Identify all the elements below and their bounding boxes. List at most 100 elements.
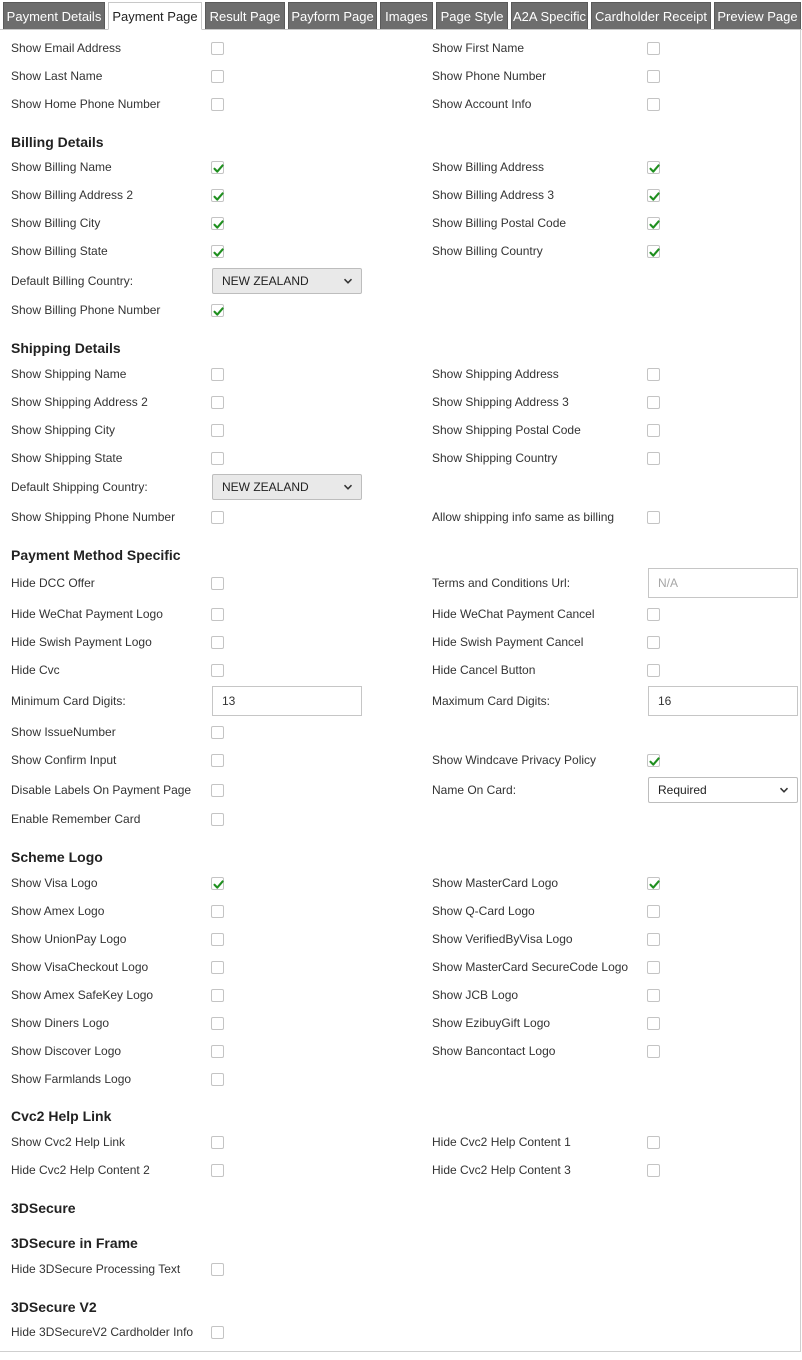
show-mastercard-securecode-logo-checkbox[interactable]	[647, 961, 660, 974]
hide-cvc2-help-content-2-label: Hide Cvc2 Help Content 2	[11, 1163, 150, 1177]
show-billing-state-checkbox[interactable]	[211, 245, 224, 258]
show-q-card-logo-label: Show Q-Card Logo	[432, 904, 535, 918]
show-ezibuygift-logo-checkbox[interactable]	[647, 1017, 660, 1030]
show-shipping-postal-code-checkbox[interactable]	[647, 424, 660, 437]
checkmark-icon	[213, 248, 224, 257]
tab-payform-page[interactable]: Payform Page	[288, 2, 377, 30]
show-discover-logo-checkbox[interactable]	[211, 1045, 224, 1058]
terms-url-input[interactable]: N/A	[648, 568, 798, 598]
show-shipping-name-label: Show Shipping Name	[11, 367, 127, 381]
hide-3dsecure-processing-text-checkbox[interactable]	[211, 1263, 224, 1276]
show-shipping-address-label: Show Shipping Address	[432, 367, 559, 381]
show-confirm-input-checkbox[interactable]	[211, 754, 224, 767]
show-billing-address-3-checkbox[interactable]	[647, 189, 660, 202]
hide-cvc2-help-content-2-checkbox[interactable]	[211, 1164, 224, 1177]
show-windcave-privacy-policy-checkbox[interactable]	[647, 754, 660, 767]
show-account-info-label: Show Account Info	[432, 97, 532, 111]
default-shipping-country-label: Default Shipping Country:	[11, 480, 148, 494]
show-bancontact-logo-checkbox[interactable]	[647, 1045, 660, 1058]
hide-wechat-payment-logo-checkbox[interactable]	[211, 608, 224, 621]
hide-wechat-payment-cancel-checkbox[interactable]	[647, 608, 660, 621]
show-shipping-phone-number-checkbox[interactable]	[211, 511, 224, 524]
show-billing-address-checkbox[interactable]	[647, 161, 660, 174]
show-shipping-address-3-checkbox[interactable]	[647, 396, 660, 409]
checkmark-icon	[649, 248, 660, 257]
enable-remember-card-checkbox[interactable]	[211, 813, 224, 826]
show-jcb-logo-checkbox[interactable]	[647, 989, 660, 1002]
show-billing-city-checkbox[interactable]	[211, 217, 224, 230]
show-verifiedbyvisa-logo-checkbox[interactable]	[647, 933, 660, 946]
hide-cancel-button-checkbox[interactable]	[647, 664, 660, 677]
show-shipping-name-checkbox[interactable]	[211, 368, 224, 381]
default-billing-country-select[interactable]: NEW ZEALAND	[212, 268, 362, 294]
show-windcave-privacy-policy-label: Show Windcave Privacy Policy	[432, 753, 597, 767]
show-shipping-state-checkbox[interactable]	[211, 452, 224, 465]
show-shipping-state-label: Show Shipping State	[11, 451, 123, 465]
show-first-name-checkbox[interactable]	[647, 42, 660, 55]
tab-a2a-specific[interactable]: A2A Specific	[511, 2, 588, 30]
chevron-down-icon	[343, 278, 353, 284]
show-issuenumber-checkbox[interactable]	[211, 726, 224, 739]
show-visacheckout-logo-checkbox[interactable]	[211, 961, 224, 974]
checkmark-icon	[649, 757, 660, 766]
show-billing-address-2-checkbox[interactable]	[211, 189, 224, 202]
show-billing-phone-number-checkbox[interactable]	[211, 304, 224, 317]
show-discover-logo-label: Show Discover Logo	[11, 1044, 122, 1058]
hide-cvc2-help-content-1-checkbox[interactable]	[647, 1136, 660, 1149]
name-on-card-select[interactable]: Required	[648, 777, 798, 803]
show-shipping-city-checkbox[interactable]	[211, 424, 224, 437]
allow-shipping-info-same-as-billing-label: Allow shipping info same as billing	[432, 510, 615, 524]
hide-cvc-checkbox[interactable]	[211, 664, 224, 677]
checkmark-icon	[649, 880, 660, 889]
show-amex-logo-checkbox[interactable]	[211, 905, 224, 918]
show-shipping-country-checkbox[interactable]	[647, 452, 660, 465]
show-email-address-checkbox[interactable]	[211, 42, 224, 55]
show-home-phone-number-checkbox[interactable]	[211, 98, 224, 111]
show-farmlands-logo-checkbox[interactable]	[211, 1073, 224, 1086]
show-mastercard-logo-checkbox[interactable]	[647, 877, 660, 890]
disable-labels-on-payment-page-checkbox[interactable]	[211, 784, 224, 797]
maximum-card-digits-label: Maximum Card Digits:	[432, 694, 551, 708]
show-q-card-logo-checkbox[interactable]	[647, 905, 660, 918]
hide-swish-payment-cancel-label: Hide Swish Payment Cancel	[432, 635, 584, 649]
tab-payment-page[interactable]: Payment Page	[108, 2, 202, 30]
show-confirm-input-label: Show Confirm Input	[11, 753, 117, 767]
terms-url-label: Terms and Conditions Url:	[432, 576, 571, 590]
show-visa-logo-checkbox[interactable]	[211, 877, 224, 890]
show-visa-logo-label: Show Visa Logo	[11, 876, 98, 890]
show-account-info-checkbox[interactable]	[647, 98, 660, 111]
show-billing-postal-code-checkbox[interactable]	[647, 217, 660, 230]
default-shipping-country-select-value: NEW ZEALAND	[222, 480, 309, 494]
minimum-card-digits-input[interactable]: 13	[212, 686, 362, 716]
show-billing-name-label: Show Billing Name	[11, 160, 112, 174]
tab-payment-details[interactable]: Payment Details	[3, 2, 105, 30]
show-email-address-label: Show Email Address	[11, 41, 122, 55]
tab-result-page[interactable]: Result Page	[205, 2, 285, 30]
show-billing-name-checkbox[interactable]	[211, 161, 224, 174]
tab-cardholder-receipt[interactable]: Cardholder Receipt	[591, 2, 711, 30]
hide-swish-payment-logo-checkbox[interactable]	[211, 636, 224, 649]
maximum-card-digits-input[interactable]: 16	[648, 686, 798, 716]
show-cvc2-help-link-checkbox[interactable]	[211, 1136, 224, 1149]
default-shipping-country-select[interactable]: NEW ZEALAND	[212, 474, 362, 500]
tab-images[interactable]: Images	[380, 2, 433, 30]
tab-page-style[interactable]: Page Style	[436, 2, 508, 30]
checkmark-icon	[649, 164, 660, 173]
show-shipping-city-label: Show Shipping City	[11, 423, 116, 437]
show-diners-logo-checkbox[interactable]	[211, 1017, 224, 1030]
hide-swish-payment-cancel-checkbox[interactable]	[647, 636, 660, 649]
tab-preview-page[interactable]: Preview Page	[714, 2, 801, 30]
show-amex-safekey-logo-checkbox[interactable]	[211, 989, 224, 1002]
show-billing-country-checkbox[interactable]	[647, 245, 660, 258]
hide-dcc-offer-label: Hide DCC Offer	[11, 576, 95, 590]
show-shipping-address-2-checkbox[interactable]	[211, 396, 224, 409]
show-last-name-checkbox[interactable]	[211, 70, 224, 83]
hide-cvc2-help-content-3-checkbox[interactable]	[647, 1164, 660, 1177]
show-shipping-address-checkbox[interactable]	[647, 368, 660, 381]
show-unionpay-logo-checkbox[interactable]	[211, 933, 224, 946]
show-farmlands-logo-label: Show Farmlands Logo	[11, 1072, 132, 1086]
show-phone-number-checkbox[interactable]	[647, 70, 660, 83]
hide-3dsecurev2-cardholder-info-checkbox[interactable]	[211, 1326, 224, 1339]
hide-dcc-offer-checkbox[interactable]	[211, 577, 224, 590]
allow-shipping-info-same-as-billing-checkbox[interactable]	[647, 511, 660, 524]
